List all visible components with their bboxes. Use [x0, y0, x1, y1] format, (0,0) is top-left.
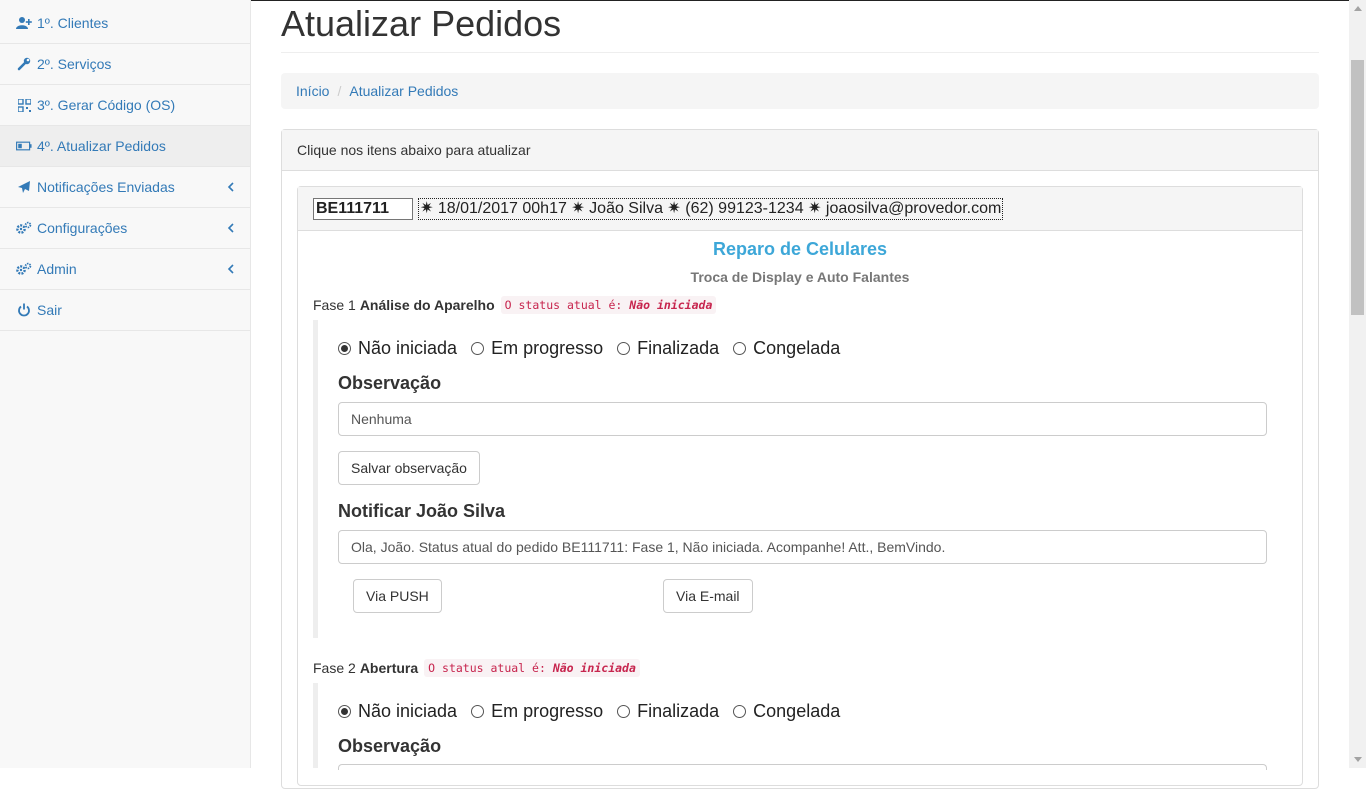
- radio-circle[interactable]: [338, 705, 351, 718]
- sidebar-item-label: 4º. Atualizar Pedidos: [37, 138, 166, 154]
- status-radio-group: Não iniciada Em progresso Finalizada Con…: [338, 701, 854, 722]
- observation-label: Observação: [338, 373, 442, 393]
- status-badge: O status atual é: Não iniciada: [424, 659, 640, 677]
- service-title: Reparo de Celulares: [712, 239, 888, 259]
- sidebar-item-notificacoes[interactable]: Notificações Enviadas: [0, 167, 250, 208]
- phase-1-body: Não iniciada Em progresso Finalizada Con…: [313, 320, 1287, 638]
- notify-label: Notificar João Silva: [338, 501, 506, 521]
- wrench-icon: [16, 56, 32, 72]
- radio-nao-iniciada[interactable]: Não iniciada: [338, 701, 457, 722]
- sidebar-item-label: Sair: [37, 302, 62, 318]
- radio-circle[interactable]: [471, 342, 485, 355]
- sidebar-item-servicos[interactable]: 2º. Serviços: [0, 44, 250, 85]
- cogs-icon: [16, 220, 32, 236]
- save-observation-button[interactable]: Salvar observação: [338, 451, 480, 485]
- phase-name: Abertura: [359, 660, 419, 676]
- breadcrumb: Início / Atualizar Pedidos: [281, 73, 1319, 109]
- sidebar-item-label: Configurações: [37, 220, 128, 236]
- vertical-scrollbar[interactable]: [1349, 0, 1366, 768]
- battery-icon: [16, 138, 32, 154]
- sidebar-item-admin[interactable]: Admin: [0, 249, 250, 290]
- sidebar-item-label: 1º. Clientes: [37, 15, 109, 31]
- phase-2-body: Não iniciada Em progresso Finalizada Con…: [313, 683, 1287, 770]
- radio-finalizada[interactable]: Finalizada: [617, 701, 719, 722]
- sidebar-item-configuracoes[interactable]: Configurações: [0, 208, 250, 249]
- page-title: Atualizar Pedidos: [281, 3, 562, 44]
- observation-label: Observação: [338, 736, 442, 756]
- plane-icon: [16, 179, 32, 195]
- breadcrumb-separator: /: [337, 83, 342, 99]
- user-plus-icon: [16, 15, 32, 31]
- power-icon: [16, 302, 32, 318]
- via-email-button[interactable]: Via E-mail: [663, 579, 753, 613]
- via-push-button[interactable]: Via PUSH: [353, 579, 442, 613]
- chevron-left-icon: [226, 262, 236, 276]
- radio-circle[interactable]: [471, 705, 485, 718]
- sidebar: 1º. Clientes 2º. Serviços 3º. Gerar Códi…: [0, 0, 251, 768]
- breadcrumb-home-link[interactable]: Início: [296, 83, 329, 99]
- radio-finalizada[interactable]: Finalizada: [617, 338, 719, 359]
- panel-heading: Clique nos itens abaixo para atualizar: [282, 130, 1318, 171]
- sidebar-item-atualizar-pedidos[interactable]: 4º. Atualizar Pedidos: [0, 126, 250, 167]
- radio-nao-iniciada[interactable]: Não iniciada: [338, 338, 457, 359]
- notify-message-input[interactable]: Ola, João. Status atual do pedido BE1117…: [338, 530, 1267, 564]
- radio-circle[interactable]: [733, 342, 747, 355]
- status-radio-group: Não iniciada Em progresso Finalizada Con…: [338, 338, 854, 359]
- radio-em-progresso[interactable]: Em progresso: [471, 701, 603, 722]
- radio-congelada[interactable]: Congelada: [733, 701, 840, 722]
- status-value: Não iniciada: [552, 661, 636, 675]
- phase-prefix: Fase 2: [313, 660, 356, 676]
- chevron-left-icon: [226, 221, 236, 235]
- radio-circle[interactable]: [338, 342, 351, 355]
- sidebar-item-label: Admin: [37, 261, 77, 277]
- scroll-up-arrow-icon[interactable]: [1349, 0, 1366, 17]
- radio-circle[interactable]: [617, 342, 631, 355]
- breadcrumb-current-link[interactable]: Atualizar Pedidos: [349, 83, 458, 99]
- radio-em-progresso[interactable]: Em progresso: [471, 338, 603, 359]
- sidebar-item-label: 2º. Serviços: [37, 56, 112, 72]
- sidebar-item-clientes[interactable]: 1º. Clientes: [0, 3, 250, 44]
- order-heading[interactable]: BE111711 ✷ 18/01/2017 00h17 ✷ João Silva…: [298, 187, 1302, 231]
- service-detail: Troca de Display e Auto Falantes: [690, 269, 910, 285]
- phase-2-label: Fase 2 Abertura O status atual é: Não in…: [313, 659, 640, 677]
- cogs-icon: [16, 261, 32, 277]
- scrollbar-thumb[interactable]: [1351, 60, 1364, 315]
- sidebar-item-sair[interactable]: Sair: [0, 290, 250, 331]
- qrcode-icon: [16, 97, 32, 113]
- radio-congelada[interactable]: Congelada: [733, 338, 840, 359]
- phase-1-label: Fase 1 Análise do Aparelho O status atua…: [313, 296, 717, 314]
- radio-circle[interactable]: [617, 705, 631, 718]
- phase-name: Análise do Aparelho: [359, 297, 495, 313]
- status-value: Não iniciada: [629, 298, 713, 312]
- sidebar-item-label: 3º. Gerar Código (OS): [37, 97, 176, 113]
- sidebar-item-label: Notificações Enviadas: [37, 179, 175, 195]
- chevron-left-icon: [226, 180, 236, 194]
- title-divider: [281, 52, 1319, 53]
- sidebar-item-gerar-codigo[interactable]: 3º. Gerar Código (OS): [0, 85, 250, 126]
- scroll-down-arrow-icon[interactable]: [1349, 751, 1366, 768]
- status-badge: O status atual é: Não iniciada: [500, 296, 717, 314]
- observation-input[interactable]: Nenhuma: [338, 402, 1267, 436]
- radio-circle[interactable]: [733, 705, 747, 718]
- phase-prefix: Fase 1: [313, 297, 356, 313]
- observation-input[interactable]: [338, 764, 1267, 770]
- order-code[interactable]: BE111711: [313, 197, 413, 220]
- order-info[interactable]: ✷ 18/01/2017 00h17 ✷ João Silva ✷ (62) 9…: [418, 197, 1004, 220]
